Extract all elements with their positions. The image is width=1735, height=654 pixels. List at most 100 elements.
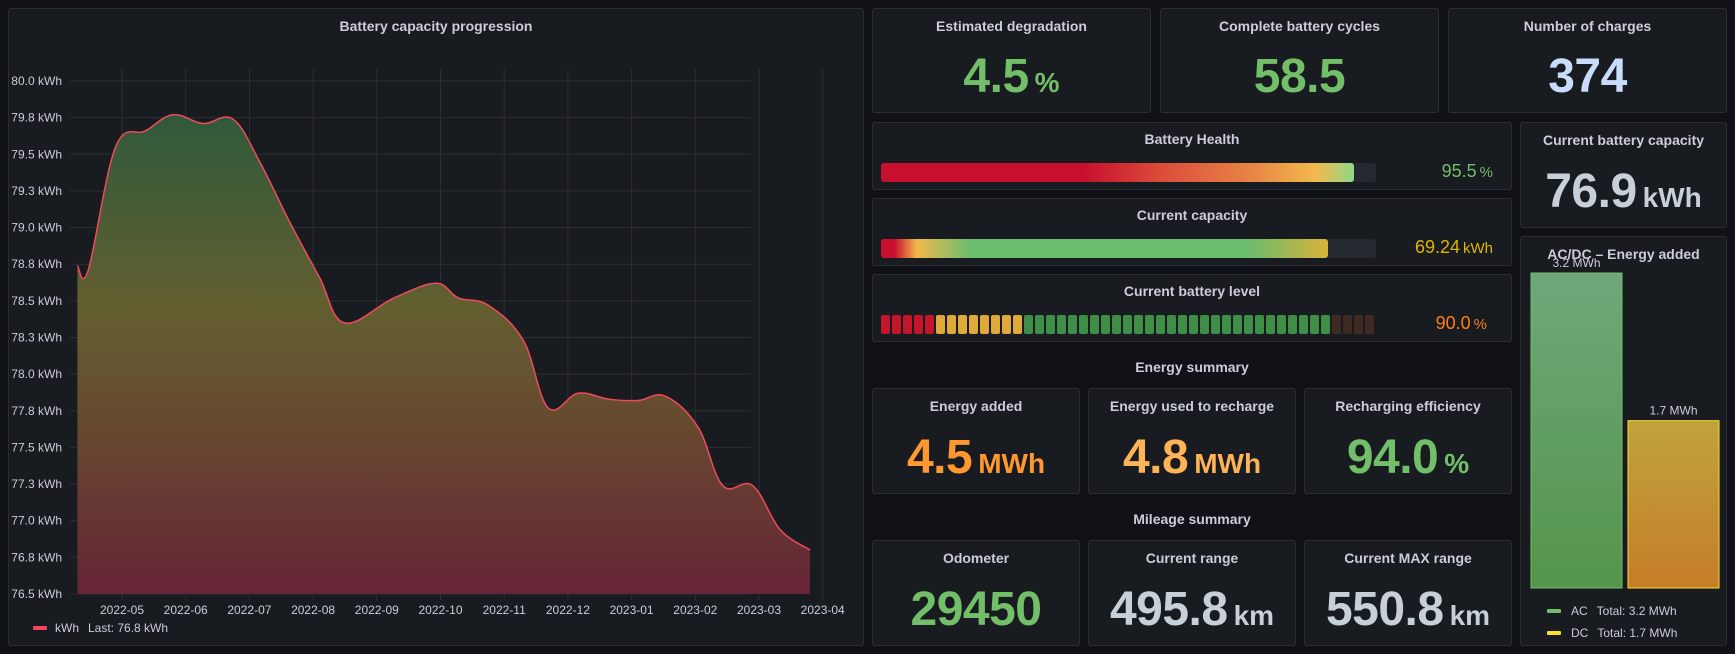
x-tick-label: 2023-04	[801, 603, 845, 617]
battery-level-segment	[1233, 315, 1242, 334]
y-tick-label: 77.0 kWh	[11, 514, 62, 528]
battery-level-segment	[1288, 315, 1297, 334]
legend-item[interactable]: AC Total: 3.2 MWh	[1547, 600, 1677, 622]
battery-level-segment	[1244, 315, 1253, 334]
panel-title: Battery Health	[1144, 131, 1240, 147]
panel-title: Energy added	[929, 398, 1023, 414]
battery-level-segment	[1200, 315, 1209, 334]
current-capacity-fill	[881, 239, 1329, 258]
x-tick-label: 2022-11	[483, 603, 526, 617]
x-tick-label: 2023-02	[673, 603, 717, 617]
battery-level-segment	[1211, 315, 1220, 334]
value: 4.5	[963, 50, 1029, 103]
battery-level-segment	[1255, 315, 1264, 334]
y-tick-label: 76.8 kWh	[11, 550, 62, 564]
battery-level-segment	[1156, 315, 1165, 334]
battery-health-gauge	[881, 163, 1376, 182]
y-tick-label: 78.0 kWh	[11, 367, 62, 381]
battery-capacity-panel: Battery capacity progression 80.0 kWh 79.…	[8, 8, 864, 646]
y-tick-label: 77.8 kWh	[11, 404, 62, 418]
panel-title: Number of charges	[1523, 18, 1652, 34]
panel-title: Energy used to recharge	[1109, 398, 1275, 414]
battery-level-segment	[1178, 315, 1187, 334]
y-tick-label: 80.0 kWh	[11, 74, 62, 88]
y-tick-label: 79.0 kWh	[11, 221, 62, 235]
panel-title: Recharging efficiency	[1335, 398, 1481, 414]
stat-value: 76.9 kWh	[1545, 165, 1702, 218]
ac-bar[interactable]	[1530, 272, 1623, 589]
y-tick-label: 76.5 kWh	[11, 587, 62, 601]
battery-level-segment	[1101, 315, 1110, 334]
battery-level-segment	[1002, 315, 1011, 334]
battery-level-segment	[1365, 315, 1374, 334]
battery-level-segment	[903, 315, 912, 334]
battery-level-gauge	[881, 315, 1376, 334]
battery-level-value: 90.0%	[1435, 313, 1487, 333]
complete-battery-cycles-panel: Complete battery cycles 58.5	[1160, 8, 1439, 113]
acdc-energy-panel: AC/DC – Energy added 3.2 MWh 1.7 MWh AC To…	[1520, 236, 1727, 646]
x-tick-label: 2022-10	[418, 603, 462, 617]
battery-level-segment	[1068, 315, 1077, 334]
current-battery-capacity-panel: Current battery capacity 76.9 kWh	[1520, 122, 1727, 228]
battery-level-segment	[925, 315, 934, 334]
panel-title: Current range	[1145, 550, 1239, 566]
energy-added-panel: Energy added 4.5 MWh	[872, 388, 1080, 494]
battery-level-segment	[1343, 315, 1352, 334]
recharging-efficiency-panel: Recharging efficiency 94.0%	[1304, 388, 1512, 494]
current-capacity-panel: Current capacity 69.24 kWh	[872, 198, 1512, 266]
legend-color-swatch	[33, 626, 47, 630]
legend-last-value: Last: 76.8 kWh	[88, 621, 169, 635]
x-tick-label: 2022-08	[291, 603, 335, 617]
number-of-charges-panel: Number of charges 374	[1448, 8, 1727, 113]
x-tick-label: 2022-07	[227, 603, 271, 617]
current-battery-level-panel: Current battery level 90.0%	[872, 274, 1512, 342]
current-max-range-panel: Current MAX range 550.8 km	[1304, 540, 1512, 646]
legend-color-swatch	[1547, 609, 1561, 613]
acdc-bar-chart[interactable]: 3.2 MWh 1.7 MWh	[1521, 237, 1728, 647]
current-range-panel: Current range 495.8 km	[1088, 540, 1296, 646]
energy-summary-title: Energy summary	[1135, 359, 1249, 375]
battery-level-segment	[1222, 315, 1231, 334]
bar-value-label: 1.7 MWh	[1649, 404, 1697, 418]
battery-level-segment	[1079, 315, 1088, 334]
energy-used-panel: Energy used to recharge 4.8 MWh	[1088, 388, 1296, 494]
battery-health-value: 95.5%	[1441, 161, 1493, 181]
stat-value: 4.5 MWh	[906, 431, 1046, 484]
battery-level-segment	[1332, 315, 1341, 334]
panel-title: Current battery level	[1123, 283, 1261, 299]
y-tick-label: 78.5 kWh	[11, 294, 62, 308]
x-tick-label: 2022-12	[546, 603, 590, 617]
estimated-degradation-panel: Estimated degradation 4.5%	[872, 8, 1151, 113]
acdc-legend[interactable]: AC Total: 3.2 MWh DC Total: 1.7 MWh	[1547, 600, 1677, 644]
stat-value: 94.0%	[1346, 431, 1470, 484]
stat-value: 374	[1449, 49, 1726, 104]
battery-level-segment	[1057, 315, 1066, 334]
panel-title: Complete battery cycles	[1218, 18, 1381, 34]
chart-legend[interactable]: kWh Last: 76.8 kWh	[33, 621, 168, 635]
bar-value-label: 3.2 MWh	[1552, 256, 1600, 270]
current-capacity-gauge	[881, 239, 1376, 258]
battery-level-segment	[1277, 315, 1286, 334]
unit: %	[1034, 67, 1060, 98]
battery-level-segment	[881, 315, 890, 334]
dc-bar[interactable]	[1627, 420, 1720, 589]
y-tick-label: 79.3 kWh	[11, 184, 62, 198]
capacity-chart[interactable]: 80.0 kWh 79.8 kWh 79.5 kWh 79.3 kWh 79.0 kWh…	[9, 9, 865, 647]
legend-series-name: kWh	[55, 621, 79, 635]
x-tick-label: 2022-09	[355, 603, 399, 617]
battery-level-segment	[1123, 315, 1132, 334]
battery-level-segment	[969, 315, 978, 334]
legend-total: Total: 1.7 MWh	[1597, 626, 1678, 640]
panel-title: Current capacity	[1136, 207, 1248, 223]
x-tick-label: 2023-03	[737, 603, 781, 617]
battery-level-segment	[1189, 315, 1198, 334]
stat-value: 29450	[910, 583, 1042, 636]
battery-level-segment	[892, 315, 901, 334]
stat-value: 4.5%	[873, 49, 1150, 104]
battery-level-segment	[1321, 315, 1330, 334]
battery-health-panel: Battery Health 95.5%	[872, 122, 1512, 190]
battery-level-segment	[1310, 315, 1319, 334]
panel-title: Odometer	[942, 550, 1010, 566]
legend-item[interactable]: DC Total: 1.7 MWh	[1547, 622, 1677, 644]
legend-total: Total: 3.2 MWh	[1596, 604, 1677, 618]
